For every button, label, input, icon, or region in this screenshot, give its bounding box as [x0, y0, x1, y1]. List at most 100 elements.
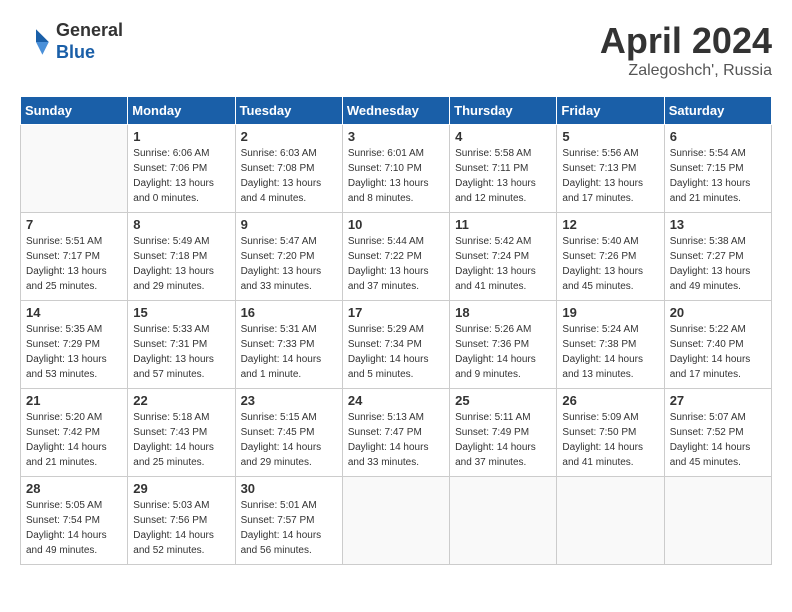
day-number: 4: [455, 129, 551, 144]
sunrise-text: Sunrise: 5:49 AM: [133, 234, 229, 249]
day-number: 1: [133, 129, 229, 144]
calendar-cell: 30 Sunrise: 5:01 AM Sunset: 7:57 PM Dayl…: [235, 477, 342, 565]
daylight-text: Daylight: 14 hours and 33 minutes.: [348, 440, 444, 470]
daylight-text: Daylight: 14 hours and 17 minutes.: [670, 352, 766, 382]
day-number: 28: [26, 481, 122, 496]
daylight-text: Daylight: 13 hours and 37 minutes.: [348, 264, 444, 294]
day-number: 27: [670, 393, 766, 408]
day-info: Sunrise: 5:58 AM Sunset: 7:11 PM Dayligh…: [455, 146, 551, 206]
sunrise-text: Sunrise: 5:20 AM: [26, 410, 122, 425]
weekday-header: Saturday: [664, 97, 771, 125]
sunset-text: Sunset: 7:26 PM: [562, 249, 658, 264]
daylight-text: Daylight: 14 hours and 5 minutes.: [348, 352, 444, 382]
day-info: Sunrise: 5:18 AM Sunset: 7:43 PM Dayligh…: [133, 410, 229, 470]
sunrise-text: Sunrise: 5:18 AM: [133, 410, 229, 425]
daylight-text: Daylight: 14 hours and 41 minutes.: [562, 440, 658, 470]
calendar-cell: 13 Sunrise: 5:38 AM Sunset: 7:27 PM Dayl…: [664, 213, 771, 301]
day-number: 29: [133, 481, 229, 496]
day-info: Sunrise: 5:13 AM Sunset: 7:47 PM Dayligh…: [348, 410, 444, 470]
weekday-header: Friday: [557, 97, 664, 125]
day-number: 13: [670, 217, 766, 232]
daylight-text: Daylight: 13 hours and 12 minutes.: [455, 176, 551, 206]
sunset-text: Sunset: 7:17 PM: [26, 249, 122, 264]
daylight-text: Daylight: 14 hours and 52 minutes.: [133, 528, 229, 558]
calendar-cell: 17 Sunrise: 5:29 AM Sunset: 7:34 PM Dayl…: [342, 301, 449, 389]
day-number: 12: [562, 217, 658, 232]
sunrise-text: Sunrise: 5:33 AM: [133, 322, 229, 337]
day-info: Sunrise: 5:33 AM Sunset: 7:31 PM Dayligh…: [133, 322, 229, 382]
logo-blue: Blue: [56, 42, 123, 64]
day-number: 10: [348, 217, 444, 232]
sunset-text: Sunset: 7:24 PM: [455, 249, 551, 264]
sunset-text: Sunset: 7:50 PM: [562, 425, 658, 440]
daylight-text: Daylight: 13 hours and 45 minutes.: [562, 264, 658, 294]
sunrise-text: Sunrise: 5:24 AM: [562, 322, 658, 337]
weekday-header: Wednesday: [342, 97, 449, 125]
calendar-cell: 1 Sunrise: 6:06 AM Sunset: 7:06 PM Dayli…: [128, 125, 235, 213]
day-info: Sunrise: 5:38 AM Sunset: 7:27 PM Dayligh…: [670, 234, 766, 294]
sunset-text: Sunset: 7:06 PM: [133, 161, 229, 176]
calendar-cell: 26 Sunrise: 5:09 AM Sunset: 7:50 PM Dayl…: [557, 389, 664, 477]
daylight-text: Daylight: 13 hours and 29 minutes.: [133, 264, 229, 294]
calendar-cell: [450, 477, 557, 565]
sunrise-text: Sunrise: 5:11 AM: [455, 410, 551, 425]
calendar-cell: 5 Sunrise: 5:56 AM Sunset: 7:13 PM Dayli…: [557, 125, 664, 213]
sunrise-text: Sunrise: 5:40 AM: [562, 234, 658, 249]
calendar-cell: 16 Sunrise: 5:31 AM Sunset: 7:33 PM Dayl…: [235, 301, 342, 389]
day-info: Sunrise: 5:51 AM Sunset: 7:17 PM Dayligh…: [26, 234, 122, 294]
day-number: 20: [670, 305, 766, 320]
calendar-cell: 20 Sunrise: 5:22 AM Sunset: 7:40 PM Dayl…: [664, 301, 771, 389]
day-info: Sunrise: 6:03 AM Sunset: 7:08 PM Dayligh…: [241, 146, 337, 206]
sunrise-text: Sunrise: 5:56 AM: [562, 146, 658, 161]
sunset-text: Sunset: 7:47 PM: [348, 425, 444, 440]
sunrise-text: Sunrise: 5:15 AM: [241, 410, 337, 425]
day-number: 21: [26, 393, 122, 408]
weekday-header: Monday: [128, 97, 235, 125]
day-number: 17: [348, 305, 444, 320]
sunrise-text: Sunrise: 5:51 AM: [26, 234, 122, 249]
sunset-text: Sunset: 7:20 PM: [241, 249, 337, 264]
daylight-text: Daylight: 13 hours and 0 minutes.: [133, 176, 229, 206]
sunrise-text: Sunrise: 5:05 AM: [26, 498, 122, 513]
day-number: 19: [562, 305, 658, 320]
calendar-cell: 28 Sunrise: 5:05 AM Sunset: 7:54 PM Dayl…: [21, 477, 128, 565]
logo-text: General Blue: [56, 20, 123, 63]
day-number: 3: [348, 129, 444, 144]
day-info: Sunrise: 5:09 AM Sunset: 7:50 PM Dayligh…: [562, 410, 658, 470]
sunrise-text: Sunrise: 5:07 AM: [670, 410, 766, 425]
day-number: 15: [133, 305, 229, 320]
day-number: 6: [670, 129, 766, 144]
calendar-cell: 12 Sunrise: 5:40 AM Sunset: 7:26 PM Dayl…: [557, 213, 664, 301]
sunset-text: Sunset: 7:34 PM: [348, 337, 444, 352]
day-info: Sunrise: 5:44 AM Sunset: 7:22 PM Dayligh…: [348, 234, 444, 294]
calendar-cell: [557, 477, 664, 565]
sunrise-text: Sunrise: 5:01 AM: [241, 498, 337, 513]
calendar-week-row: 21 Sunrise: 5:20 AM Sunset: 7:42 PM Dayl…: [21, 389, 772, 477]
daylight-text: Daylight: 14 hours and 56 minutes.: [241, 528, 337, 558]
day-info: Sunrise: 5:49 AM Sunset: 7:18 PM Dayligh…: [133, 234, 229, 294]
sunset-text: Sunset: 7:08 PM: [241, 161, 337, 176]
sunset-text: Sunset: 7:22 PM: [348, 249, 444, 264]
sunrise-text: Sunrise: 5:29 AM: [348, 322, 444, 337]
sunset-text: Sunset: 7:56 PM: [133, 513, 229, 528]
day-info: Sunrise: 5:22 AM Sunset: 7:40 PM Dayligh…: [670, 322, 766, 382]
calendar-cell: 29 Sunrise: 5:03 AM Sunset: 7:56 PM Dayl…: [128, 477, 235, 565]
sunrise-text: Sunrise: 5:09 AM: [562, 410, 658, 425]
day-number: 26: [562, 393, 658, 408]
day-info: Sunrise: 5:24 AM Sunset: 7:38 PM Dayligh…: [562, 322, 658, 382]
calendar-week-row: 28 Sunrise: 5:05 AM Sunset: 7:54 PM Dayl…: [21, 477, 772, 565]
sunset-text: Sunset: 7:49 PM: [455, 425, 551, 440]
sunset-text: Sunset: 7:31 PM: [133, 337, 229, 352]
daylight-text: Daylight: 13 hours and 8 minutes.: [348, 176, 444, 206]
day-info: Sunrise: 5:29 AM Sunset: 7:34 PM Dayligh…: [348, 322, 444, 382]
daylight-text: Daylight: 13 hours and 53 minutes.: [26, 352, 122, 382]
calendar-week-row: 1 Sunrise: 6:06 AM Sunset: 7:06 PM Dayli…: [21, 125, 772, 213]
weekday-header: Tuesday: [235, 97, 342, 125]
calendar-week-row: 7 Sunrise: 5:51 AM Sunset: 7:17 PM Dayli…: [21, 213, 772, 301]
sunset-text: Sunset: 7:33 PM: [241, 337, 337, 352]
day-number: 16: [241, 305, 337, 320]
sunrise-text: Sunrise: 5:58 AM: [455, 146, 551, 161]
title-block: April 2024 Zalegoshch', Russia: [600, 20, 772, 80]
day-info: Sunrise: 5:20 AM Sunset: 7:42 PM Dayligh…: [26, 410, 122, 470]
calendar-cell: 24 Sunrise: 5:13 AM Sunset: 7:47 PM Dayl…: [342, 389, 449, 477]
